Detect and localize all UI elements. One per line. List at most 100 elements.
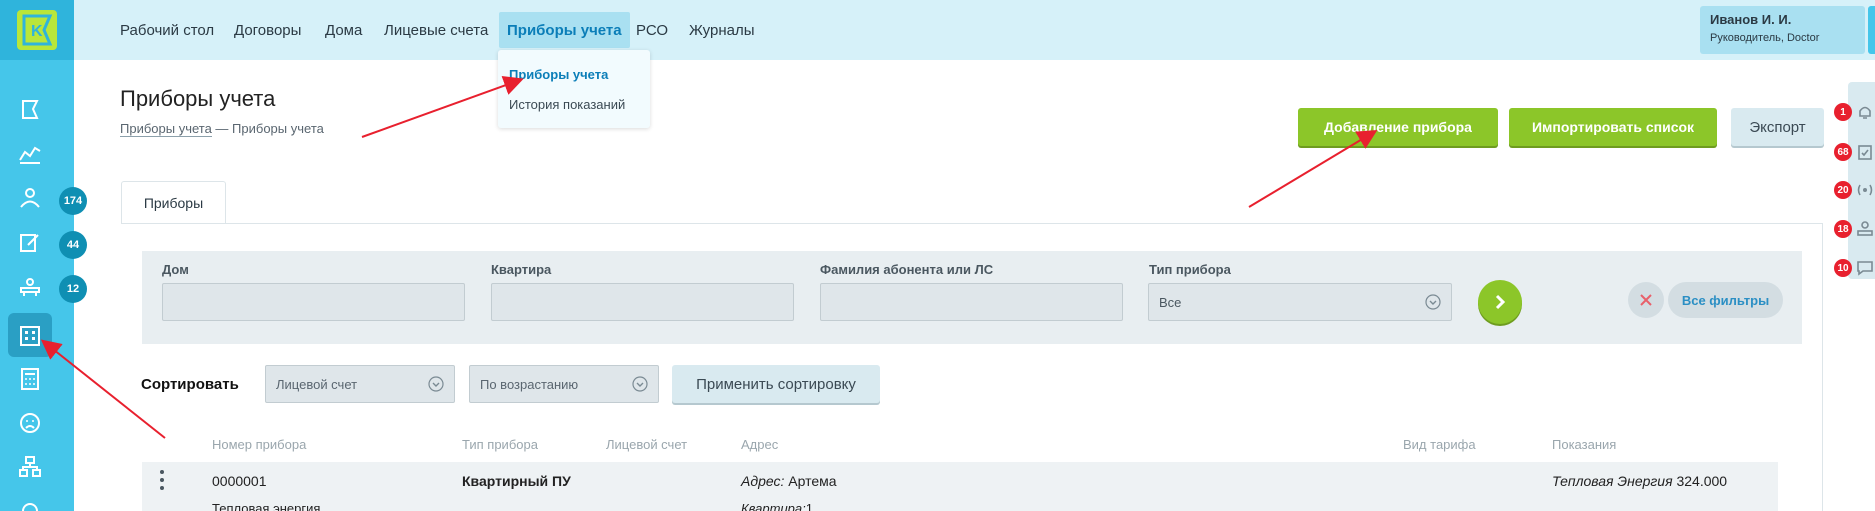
sidebar-item-requests[interactable] [8,221,52,265]
sad-face-icon [20,413,40,433]
bell-icon[interactable] [1856,103,1874,121]
page-title: Приборы учета [120,86,276,111]
column-header-address: Адрес [741,437,779,452]
filter-house-input[interactable] [162,283,465,321]
sidebar-item-desk[interactable] [8,265,52,309]
breadcrumb-link[interactable]: Приборы учета [120,121,212,137]
cell-apartment: Квартира:1 [741,501,813,511]
desk-icon [20,278,40,296]
sidebar-badge-requests: 44 [59,231,87,259]
building-icon [20,326,40,346]
cell-address: Адрес: Артема [741,473,837,489]
breadcrumb-current: Приборы учета [232,121,324,136]
filter-apartment-label: Квартира [491,262,552,277]
edit-icon [20,234,39,252]
cell-apartment-value: 1 [805,501,813,511]
flag-icon [22,100,39,119]
nav-houses[interactable]: Дома [317,12,370,48]
filter-subscriber-label: Фамилия абонента или ЛС [820,262,994,277]
logo-area[interactable]: K [0,0,74,60]
dropdown-item-history[interactable]: История показаний [509,97,625,112]
cell-address-label: Адрес: [741,473,785,489]
filter-apartment-input[interactable] [491,283,794,321]
org-icon [19,456,41,477]
meters-dropdown [498,50,650,128]
sort-field-select[interactable]: Лицевой счет [265,365,455,403]
nav-journals[interactable]: Журналы [681,12,763,48]
calculator-icon [21,368,39,390]
sidebar-item-meters[interactable] [8,313,52,357]
table-row[interactable] [142,462,1778,511]
cell-resource: Тепловая энергия [212,501,321,511]
filter-device-type-value: Все [1159,294,1182,310]
column-header-number: Номер прибора [212,437,307,452]
user-role: Руководитель, Doctor [1710,32,1820,44]
filter-device-type-select[interactable]: Все [1148,283,1452,321]
person-desk-icon[interactable] [1856,220,1874,238]
sort-order-value: По возрастанию [480,376,579,392]
sidebar-item-analytics[interactable] [8,132,52,176]
column-header-tariff: Вид тарифа [1403,437,1476,452]
nav-rso[interactable]: РСО [628,12,676,48]
sidebar-item-flag[interactable] [8,88,52,132]
people-icon [20,188,40,208]
sort-label: Сортировать [141,376,239,393]
cell-type: Квартирный ПУ [462,473,571,489]
clipboard-check-icon[interactable] [1856,143,1874,161]
chart-icon [19,146,41,164]
column-header-account: Лицевой счет [606,437,688,452]
user-name: Иванов И. И. [1710,12,1792,27]
nav-accounts[interactable]: Лицевые счета [376,12,496,48]
chat-icon[interactable] [1856,259,1874,277]
tab-devices[interactable]: Приборы [121,181,226,224]
row-menu-icon[interactable] [159,470,165,490]
breadcrumb: Приборы учета — Приборы учета [120,121,324,137]
add-device-button[interactable]: Добавление прибора [1298,108,1498,146]
import-list-button[interactable]: Импортировать список [1509,108,1717,146]
clear-filters-button[interactable] [1628,282,1664,318]
sort-order-select[interactable]: По возрастанию [469,365,659,403]
logout-tab[interactable] [1868,6,1875,54]
sidebar-item-complaints[interactable] [8,401,52,445]
all-filters-button[interactable]: Все фильтры [1668,282,1783,318]
cell-readings: Тепловая Энергия 324.000 [1552,473,1727,489]
filter-subscriber-input[interactable] [820,283,1123,321]
filter-house-label: Дом [162,262,189,277]
arrow-to-dropdown [361,76,524,138]
chevron-right-icon [1495,294,1506,310]
sidebar-item-settings[interactable] [8,489,52,511]
cell-reading-value: 324.000 [1676,473,1728,489]
filter-device-type-label: Тип прибора [1149,262,1231,277]
chevron-down-icon [1425,294,1441,310]
logo-k-icon: K [22,14,53,46]
close-icon [1640,294,1652,306]
broadcast-icon[interactable] [1856,181,1874,199]
apply-filter-button[interactable] [1478,280,1522,324]
sidebar-item-organization[interactable] [8,445,52,489]
apply-sort-button[interactable]: Применить сортировку [672,365,880,403]
cell-address-value: Артема [788,473,837,489]
sidebar-item-calculator[interactable] [8,357,52,401]
cell-number: 0000001 [212,473,267,489]
app-logo: K [17,10,57,50]
svg-text:K: K [31,23,43,40]
nav-meters[interactable]: Приборы учета [499,12,630,48]
sidebar-item-people[interactable] [8,176,52,220]
dropdown-item-meters[interactable]: Приборы учета [509,67,608,82]
export-button[interactable]: Экспорт [1731,108,1824,146]
user-profile[interactable]: Иванов И. И. Руководитель, Doctor [1700,6,1865,54]
chevron-down-icon [632,376,648,392]
panel-top-border [121,223,1823,224]
chevron-down-icon [428,376,444,392]
nav-desktop[interactable]: Рабочий стол [112,12,222,48]
notif-badge-chat: 10 [1834,259,1852,277]
nav-contracts[interactable]: Договоры [226,12,309,48]
cell-reading-label: Тепловая Энергия [1552,473,1673,489]
sort-field-value: Лицевой счет [276,376,358,392]
column-header-readings: Показания [1552,437,1617,452]
cell-apartment-label: Квартира: [741,501,806,511]
notif-badge-broadcast: 20 [1834,181,1852,199]
notif-badge-reception: 18 [1834,220,1852,238]
sidebar-badge-desk: 12 [59,275,87,303]
notif-badge-tasks: 68 [1834,143,1852,161]
